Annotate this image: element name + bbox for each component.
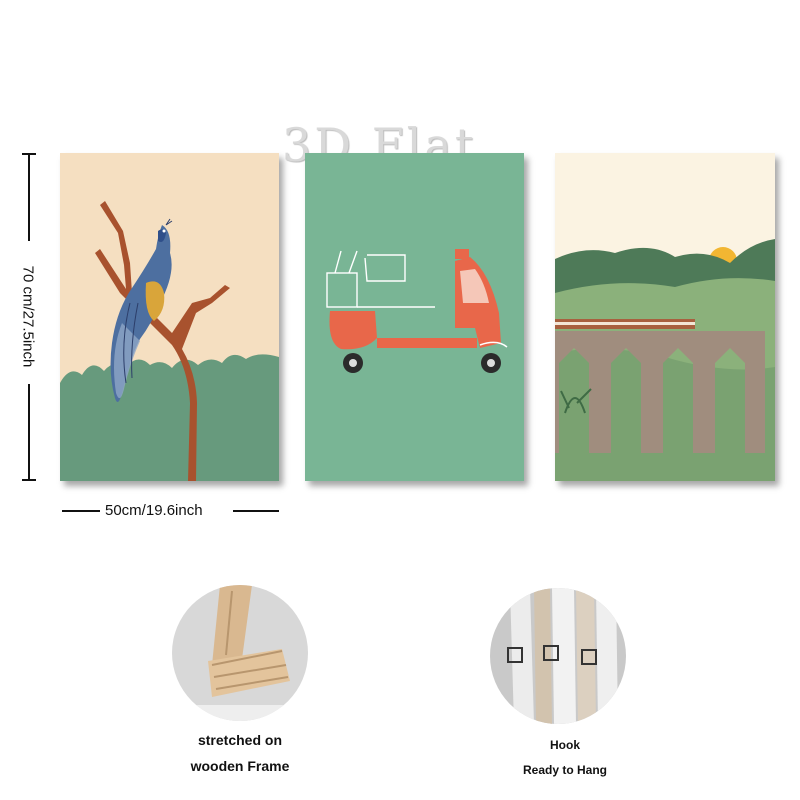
- hook-icon: [490, 588, 626, 724]
- ready-to-hang-caption: Ready to Hang: [522, 763, 607, 777]
- height-dimension-line-top: [28, 153, 30, 241]
- width-dimension-line-left: [62, 510, 100, 512]
- width-dimension-label: 50cm/19.6inch: [105, 502, 203, 519]
- canvas-panel-tuktuk: [305, 153, 524, 481]
- hook-photo: [490, 588, 626, 724]
- height-dimension-line-bottom: [28, 384, 30, 481]
- wooden-frame-icon: [172, 585, 308, 721]
- width-dimension-line-right: [233, 510, 279, 512]
- height-dimension-label: 70 cm/27.5inch: [19, 265, 37, 368]
- tuktuk-artwork: [305, 153, 524, 481]
- canvas-panel-train-viaduct: [555, 153, 775, 481]
- wooden-frame-caption-line2: wooden Frame: [190, 758, 290, 774]
- canvas-panel-peacock: [60, 153, 279, 481]
- wooden-frame-caption-line1: stretched on: [197, 732, 282, 748]
- train-viaduct-artwork: [555, 153, 775, 481]
- wooden-frame-photo: [172, 585, 308, 721]
- height-dimension-bottom-cap: [22, 479, 36, 481]
- peacock-artwork: [60, 153, 279, 481]
- hook-caption: Hook: [550, 738, 580, 752]
